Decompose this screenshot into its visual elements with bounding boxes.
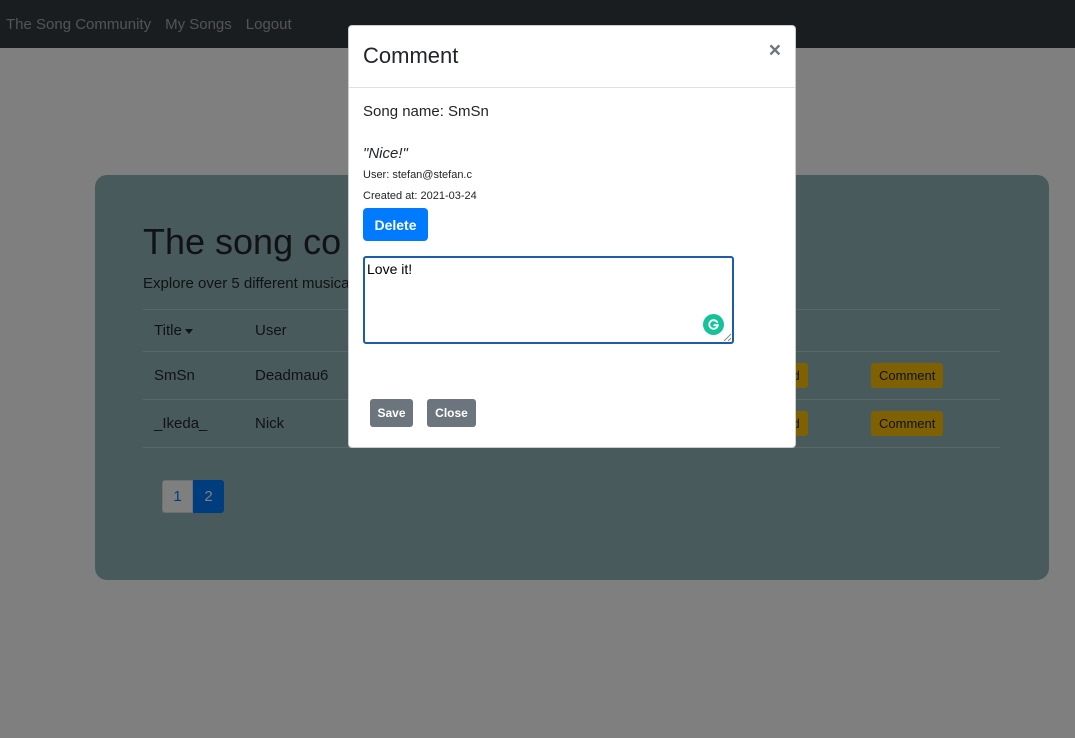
comment-user: User: stefan@stefan.c [363,169,472,181]
resize-handle-icon[interactable] [723,333,732,342]
modal-header: Comment × [349,26,795,88]
page: The Song Community My Songs Logout The s… [0,0,1075,738]
close-icon[interactable]: × [769,40,781,61]
modal-title: Comment [363,43,459,68]
close-button[interactable]: Close [427,399,476,427]
grammarly-icon[interactable] [703,314,724,335]
delete-button[interactable]: Delete [363,208,428,241]
comment-date: Created at: 2021-03-24 [363,190,477,202]
comment-input[interactable] [363,256,734,344]
comment-text: "Nice!" [363,145,408,162]
song-name: Song name: SmSn [363,103,489,120]
save-button[interactable]: Save [370,399,413,427]
grammarly-g-icon [708,319,719,330]
comment-modal: Comment × Song name: SmSn "Nice!" User: … [348,25,796,448]
